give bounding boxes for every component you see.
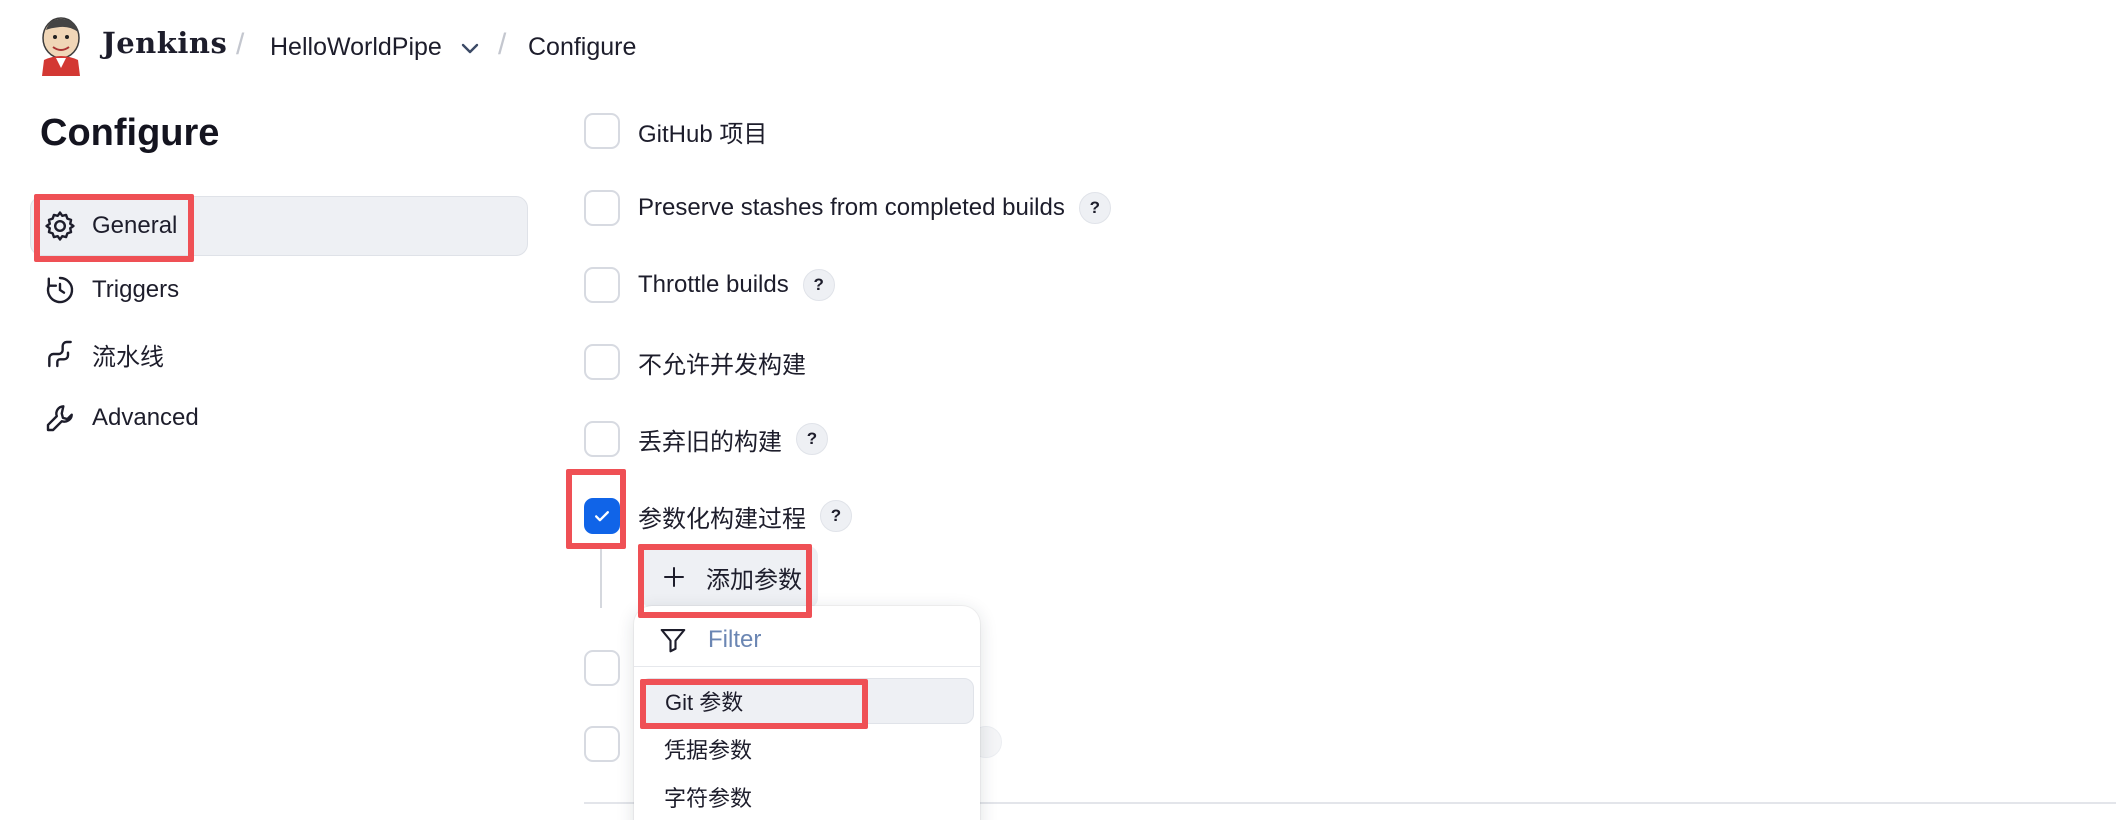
chevron-down-icon[interactable] — [458, 36, 482, 60]
sidebar-item-triggers[interactable]: Triggers — [40, 265, 179, 315]
checkbox[interactable] — [584, 726, 620, 762]
pipeline-icon — [40, 334, 80, 374]
filter-placeholder: Filter — [708, 626, 762, 653]
help-icon[interactable]: ? — [820, 500, 852, 532]
option-label: 参数化构建过程 — [638, 505, 806, 533]
dropdown-divider — [634, 666, 980, 667]
help-icon[interactable]: ? — [1078, 192, 1111, 224]
menu-item-credentials-parameter[interactable]: 凭据参数 — [640, 726, 974, 772]
checkbox[interactable] — [584, 344, 620, 380]
sidebar-item-advanced[interactable]: Advanced — [40, 393, 199, 443]
add-parameter-label: 添加参数 — [706, 566, 802, 594]
filter-input[interactable]: Filter — [658, 620, 761, 660]
gear-icon — [40, 206, 80, 246]
checkbox[interactable] — [584, 190, 620, 226]
top-header: Jenkins / HelloWorldPipe / Configure — [0, 0, 2116, 96]
checkbox[interactable] — [584, 267, 620, 303]
sidebar-item-general[interactable]: General — [40, 201, 177, 251]
filter-icon — [660, 628, 686, 653]
plus-icon — [664, 567, 684, 587]
option-hidden[interactable] — [584, 724, 638, 764]
sidebar-item-label: Advanced — [92, 404, 199, 431]
menu-item-string-parameter[interactable]: 字符参数 — [640, 774, 974, 820]
wrench-icon — [40, 398, 80, 438]
sidebar-item-pipeline[interactable]: 流水线 — [40, 329, 164, 379]
checkbox[interactable] — [584, 650, 620, 686]
menu-item-git-parameter[interactable]: Git 参数 — [640, 678, 974, 724]
option-label: 丢弃旧的构建 — [638, 428, 782, 456]
help-icon[interactable]: ? — [802, 269, 835, 301]
checkbox[interactable] — [584, 113, 620, 149]
nested-indent-line — [600, 548, 602, 608]
sidebar-item-label: General — [92, 212, 178, 239]
breadcrumb-job[interactable]: HelloWorldPipe — [270, 33, 442, 62]
clock-icon — [40, 270, 80, 310]
option-label: Throttle builds — [638, 271, 789, 298]
option-label: GitHub 项目 — [638, 120, 768, 148]
add-parameter-button[interactable]: 添加参数 — [642, 546, 818, 608]
option-label: Preserve stashes from completed builds — [638, 194, 1065, 221]
brand-name[interactable]: Jenkins — [102, 26, 227, 60]
option-discard-old-builds[interactable]: 丢弃旧的构建 ? — [584, 419, 828, 459]
add-parameter-dropdown: Filter Git 参数 凭据参数 字符参数 — [634, 606, 980, 820]
sidebar-item-label: Triggers — [92, 276, 180, 303]
checkbox-checked[interactable] — [584, 498, 620, 534]
option-preserve-stashes[interactable]: Preserve stashes from completed builds ? — [584, 188, 1111, 228]
option-label: 不允许并发构建 — [638, 351, 806, 379]
checkbox[interactable] — [584, 421, 620, 457]
option-disable-concurrent[interactable]: 不允许并发构建 — [584, 342, 806, 382]
option-throttle-builds[interactable]: Throttle builds ? — [584, 265, 835, 305]
checkmark-icon — [595, 511, 609, 522]
option-parameterized-build[interactable]: 参数化构建过程 ? — [584, 496, 852, 536]
breadcrumb-separator: / — [498, 28, 507, 61]
sidebar-item-label: 流水线 — [92, 343, 164, 371]
breadcrumb-current[interactable]: Configure — [528, 33, 636, 62]
breadcrumb-separator: / — [236, 28, 245, 61]
option-github-project[interactable]: GitHub 项目 — [584, 111, 767, 151]
jenkins-logo[interactable] — [38, 16, 84, 76]
page-title: Configure — [40, 112, 220, 154]
help-icon[interactable]: ? — [796, 423, 828, 455]
